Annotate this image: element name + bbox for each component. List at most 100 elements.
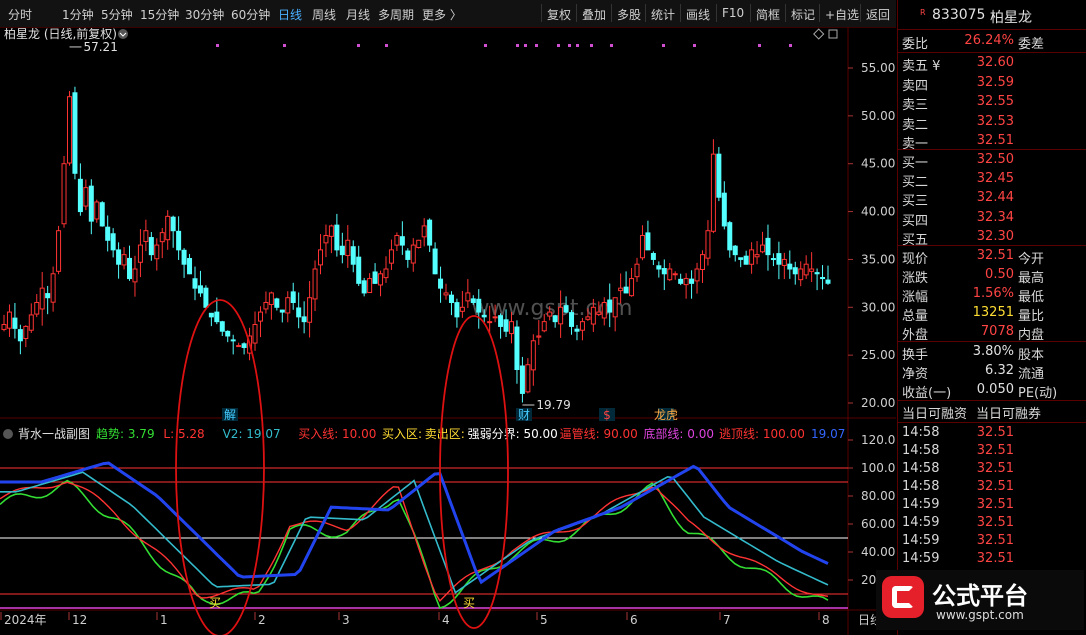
candle-body [334, 224, 340, 251]
candle-body [307, 297, 313, 323]
candle-body [770, 258, 776, 261]
sub-indicator-5: 卖出区: [425, 427, 465, 441]
sell-level: 卖五 ¥ 32.60 [898, 54, 1086, 74]
candle-body [127, 257, 133, 280]
kline-chart[interactable]: 55.00 50.00 45.00 40.00 35.00 30.00 25.00 20.00… [0, 28, 896, 635]
candle-body [110, 233, 116, 251]
candle-body [629, 278, 635, 297]
event-dot [610, 44, 613, 47]
price-tick-label: 50.00 [861, 109, 895, 123]
toolbar-button-7[interactable]: 标记 [791, 6, 815, 23]
candle-body [421, 225, 427, 238]
toolbar-tab-4[interactable]: 30分钟 [185, 6, 224, 23]
candle-body [372, 271, 378, 284]
toolbar-tab-9[interactable]: 多周期 [378, 6, 414, 23]
tick-price: 32.51 [976, 425, 1014, 440]
candle-body [618, 287, 624, 292]
toolbar-button-3[interactable]: 统计 [651, 6, 675, 23]
candle-body [787, 263, 793, 270]
toolbar-button-1[interactable]: 叠加 [582, 6, 606, 23]
event-dot [524, 44, 527, 47]
candle-body [743, 255, 749, 265]
sell-level-price: 32.53 [976, 113, 1014, 129]
toolbar-tab-2[interactable]: 5分钟 [101, 6, 133, 23]
event-dot [216, 44, 219, 47]
buy-level: 买四 32.34 [898, 209, 1086, 229]
candle-body [476, 298, 482, 313]
candle-body [427, 219, 433, 246]
stat-row: 总量 13251 量比 [898, 304, 1086, 324]
candle-body [749, 249, 755, 265]
toolbar-button-8[interactable]: +自选 [825, 6, 859, 23]
candle-body [803, 263, 809, 276]
toolbar-tab-1[interactable]: 1分钟 [62, 6, 94, 23]
toolbar-tab-10[interactable]: 更多 〉 [422, 6, 462, 23]
stat2-label-2: PE(动) [1018, 386, 1058, 401]
event-marker: 解 [224, 408, 236, 422]
candle-body [378, 273, 384, 286]
weibi-label: 委比 [902, 37, 929, 52]
candle-body [230, 339, 236, 342]
toolbar-button-9[interactable]: 返回 [866, 6, 890, 23]
tick-row: 14:59 32.51 [898, 514, 1086, 533]
candle-body [732, 245, 738, 256]
time-label: 7 [723, 613, 731, 627]
tick-price: 32.51 [976, 497, 1014, 512]
toolbar-tab-8[interactable]: 月线 [346, 6, 370, 23]
buy-mark: 买 [209, 596, 221, 610]
price-tick-label: 35.00 [861, 252, 895, 266]
candle-body [143, 230, 149, 243]
candle-body [721, 192, 727, 227]
tick-time: 14:58 [902, 479, 940, 494]
stat-value: 7078 [980, 324, 1014, 339]
toolbar-tab-7[interactable]: 周线 [312, 6, 336, 23]
candle-body [656, 265, 662, 270]
low-label: 19.79 [536, 398, 570, 412]
event-dot [357, 44, 360, 47]
candle-body [165, 215, 171, 241]
sub-indicator-8: 底部线: 0.00 [643, 426, 714, 441]
toolbar-button-6[interactable]: 简框 [756, 6, 780, 23]
tick-price: 32.51 [976, 461, 1014, 476]
toolbar-tab-3[interactable]: 15分钟 [140, 6, 179, 23]
candle-body [323, 235, 329, 244]
sub-indicator-0: 趋势: 3.79 [96, 427, 155, 441]
candle-body [459, 306, 465, 312]
toolbar-button-4[interactable]: 画线 [686, 6, 710, 23]
candle-body [405, 250, 411, 260]
time-label: 12 [72, 613, 87, 627]
toolbar-tab-5[interactable]: 60分钟 [231, 6, 270, 23]
candle-body [61, 163, 67, 225]
candle-body [650, 253, 656, 260]
event-dot [568, 44, 571, 47]
tick-price: 32.51 [976, 551, 1014, 566]
candle-body [645, 232, 651, 251]
time-label: 2024年 [4, 613, 47, 627]
event-dot [590, 44, 593, 47]
toolbar-tab-0[interactable]: 分时 [8, 6, 32, 23]
badge-title: 公式平台 [932, 582, 1028, 610]
candle-body [443, 292, 449, 296]
candle-body [776, 253, 782, 265]
candle-body [361, 280, 367, 294]
chart-area[interactable]: 55.00 50.00 45.00 40.00 35.00 30.00 25.00 20.00… [0, 28, 896, 635]
toolbar-button-0[interactable]: 复权 [547, 6, 571, 23]
tick-time: 14:59 [902, 515, 940, 530]
event-dot [758, 44, 761, 47]
candle-body [39, 287, 45, 310]
toolbar-tab-6[interactable]: 日线 [278, 6, 302, 23]
time-label: 8 [822, 613, 830, 627]
candle-body [296, 307, 302, 318]
margin-lending-label[interactable]: 当日可融券 [976, 403, 1041, 422]
toolbar-button-2[interactable]: 多股 [617, 6, 641, 23]
margin-financing-label[interactable]: 当日可融资 [902, 403, 967, 422]
candle-body [399, 236, 405, 246]
price-tick-label: 45.00 [861, 157, 895, 171]
sub-indicator-6: 强弱分界: 50.00 [468, 427, 558, 441]
candle-body [525, 364, 531, 393]
sell-level-label: 卖四 [902, 78, 929, 94]
candle-body [50, 273, 56, 303]
toolbar-button-5[interactable]: F10 [722, 6, 744, 20]
candle-body [547, 311, 553, 317]
buy-level-label: 买三 [902, 194, 929, 210]
